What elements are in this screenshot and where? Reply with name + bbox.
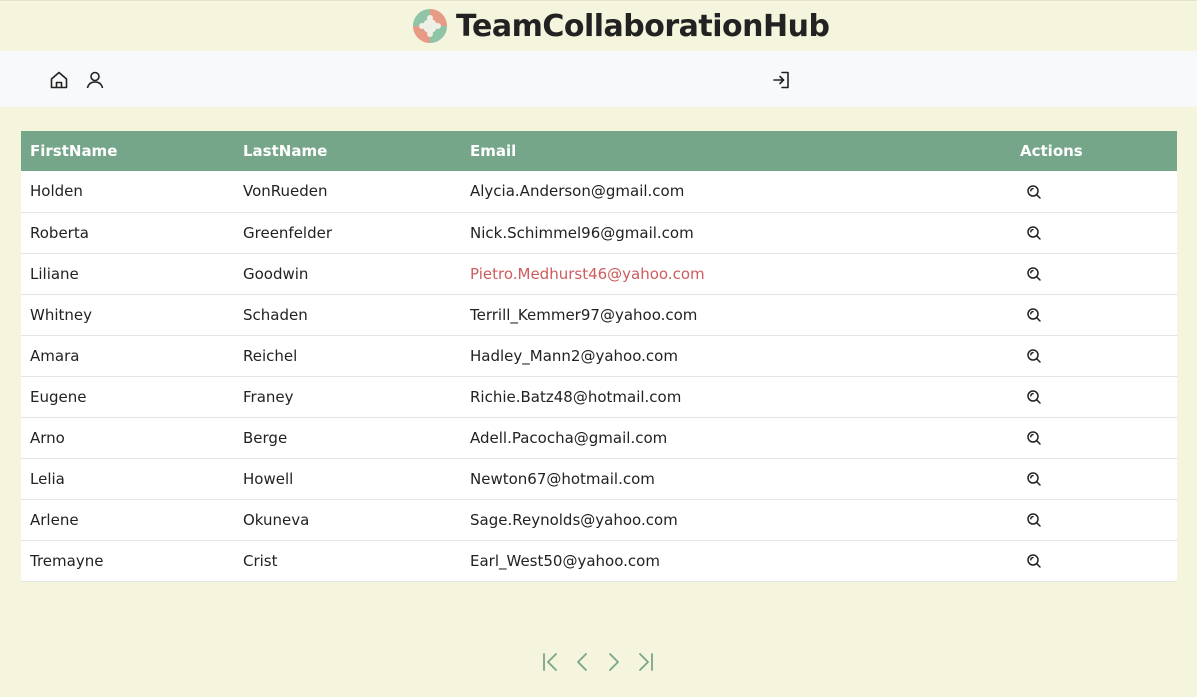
last-page-icon[interactable]: [636, 650, 656, 674]
cell-firstname: Arno: [30, 428, 65, 447]
first-page-icon[interactable]: [540, 650, 560, 674]
pagination: [540, 650, 656, 674]
header-firstname[interactable]: FirstName: [21, 131, 234, 171]
cell-actions: [1011, 171, 1177, 212]
users-table: FirstName LastName Email Actions Holden V…: [21, 131, 1177, 582]
search-icon[interactable]: [1026, 512, 1042, 528]
cell-email[interactable]: Terrill_Kemmer97@yahoo.com: [461, 294, 1011, 335]
cell-lastname: Crist: [243, 551, 278, 570]
cell-actions: [1011, 458, 1177, 499]
search-icon[interactable]: [1026, 471, 1042, 487]
app-header: TeamCollaborationHub: [0, 0, 1197, 50]
table-row: Arno Berge Adell.Pacocha@gmail.com: [21, 417, 1177, 458]
table-row: Amara Reichel Hadley_Mann2@yahoo.com: [21, 335, 1177, 376]
table-row: Whitney Schaden Terrill_Kemmer97@yahoo.com: [21, 294, 1177, 335]
next-page-icon[interactable]: [604, 650, 624, 674]
cell-lastname: Greenfelder: [243, 223, 333, 242]
cell-actions: [1011, 540, 1177, 581]
cell-email[interactable]: Richie.Batz48@hotmail.com: [461, 376, 1011, 417]
cell-email[interactable]: Pietro.Medhurst46@yahoo.com: [461, 253, 1011, 294]
table-row: Liliane Goodwin Pietro.Medhurst46@yahoo.co…: [21, 253, 1177, 294]
cell-email[interactable]: Hadley_Mann2@yahoo.com: [461, 335, 1011, 376]
cell-email[interactable]: Alycia.Anderson@gmail.com: [461, 171, 1011, 212]
navbar: [0, 51, 1197, 107]
search-icon[interactable]: [1026, 553, 1042, 569]
cell-actions: [1011, 417, 1177, 458]
table-row: Tremayne Crist Earl_West50@yahoo.com: [21, 540, 1177, 581]
cell-lastname: Reichel: [243, 346, 298, 365]
cell-lastname: Schaden: [243, 305, 308, 324]
cell-firstname: Roberta: [30, 223, 89, 242]
table-row: Roberta Greenfelder Nick.Schimmel96@gmail.…: [21, 212, 1177, 253]
cell-lastname: Franey: [243, 387, 294, 406]
header-actions: Actions: [1020, 142, 1083, 160]
cell-actions: [1011, 376, 1177, 417]
cell-actions: [1011, 335, 1177, 376]
header-lastname[interactable]: LastName: [234, 131, 461, 171]
cell-lastname: Goodwin: [243, 264, 309, 283]
cell-firstname: Eugene: [30, 387, 87, 406]
cell-firstname: Lelia: [30, 469, 65, 488]
cell-actions: [1011, 253, 1177, 294]
cell-email[interactable]: Nick.Schimmel96@gmail.com: [461, 212, 1011, 253]
app-title: TeamCollaborationHub: [456, 8, 830, 44]
cell-firstname: Tremayne: [30, 551, 104, 570]
cell-lastname: Okuneva: [243, 510, 310, 529]
cell-email[interactable]: Earl_West50@yahoo.com: [461, 540, 1011, 581]
search-icon[interactable]: [1026, 266, 1042, 282]
cell-firstname: Liliane: [30, 264, 79, 283]
table-row: Eugene Franey Richie.Batz48@hotmail.com: [21, 376, 1177, 417]
brand[interactable]: TeamCollaborationHub: [412, 7, 830, 45]
table-row: Holden VonRueden Alycia.Anderson@gmail.com: [21, 171, 1177, 212]
login-icon[interactable]: [771, 70, 791, 90]
table-header-row: FirstName LastName Email Actions: [21, 131, 1177, 171]
cell-actions: [1011, 212, 1177, 253]
cell-email[interactable]: Sage.Reynolds@yahoo.com: [461, 499, 1011, 540]
previous-page-icon[interactable]: [572, 650, 592, 674]
cell-actions: [1011, 499, 1177, 540]
table-row: Lelia Howell Newton67@hotmail.com: [21, 458, 1177, 499]
cell-firstname: Whitney: [30, 305, 92, 324]
cell-lastname: VonRueden: [243, 182, 328, 201]
search-icon[interactable]: [1026, 184, 1042, 200]
search-icon[interactable]: [1026, 307, 1042, 323]
cell-firstname: Amara: [30, 346, 80, 365]
home-icon[interactable]: [49, 70, 69, 90]
table-row: Arlene Okuneva Sage.Reynolds@yahoo.com: [21, 499, 1177, 540]
search-icon[interactable]: [1026, 225, 1042, 241]
search-icon[interactable]: [1026, 348, 1042, 364]
cell-firstname: Holden: [30, 182, 83, 201]
search-icon[interactable]: [1026, 430, 1042, 446]
logo-icon: [413, 9, 447, 43]
header-email[interactable]: Email: [461, 131, 1011, 171]
cell-firstname: Arlene: [30, 510, 79, 529]
cell-actions: [1011, 294, 1177, 335]
cell-lastname: Berge: [243, 428, 288, 447]
cell-email[interactable]: Adell.Pacocha@gmail.com: [461, 417, 1011, 458]
cell-lastname: Howell: [243, 469, 294, 488]
user-icon[interactable]: [85, 70, 105, 90]
search-icon[interactable]: [1026, 389, 1042, 405]
cell-email[interactable]: Newton67@hotmail.com: [461, 458, 1011, 499]
